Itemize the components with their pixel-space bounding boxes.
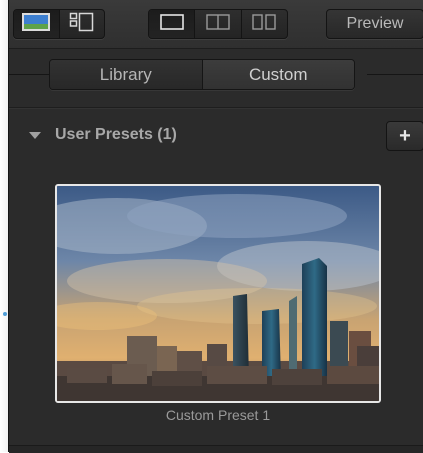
preset-thumbnail[interactable] (55, 184, 381, 403)
layout-side-by-side-button[interactable] (242, 10, 287, 38)
single-thumbnail-icon (21, 12, 51, 37)
toolbar: Preview (9, 0, 423, 49)
preview-button[interactable]: Preview (326, 9, 423, 39)
section-title: User Presets (1) (55, 126, 177, 143)
tabs-divider-right (367, 74, 423, 75)
split-vertical-icon (206, 13, 230, 35)
city-skyline-image (57, 186, 379, 401)
add-preset-button[interactable]: + (386, 121, 423, 151)
layout-single-button[interactable] (149, 10, 196, 38)
user-presets-header[interactable]: User Presets (1) (29, 123, 177, 147)
tab-library[interactable]: Library (50, 60, 202, 89)
side-by-side-icon (252, 13, 277, 35)
divider (9, 107, 423, 108)
view-single-button[interactable] (14, 10, 60, 38)
preset-label: Custom Preset 1 (165, 407, 271, 423)
view-grid-button[interactable] (60, 10, 105, 38)
single-pane-icon (159, 13, 184, 35)
grid-list-icon (69, 12, 95, 37)
tabs-divider-left (9, 74, 49, 75)
layout-split-button[interactable] (195, 10, 242, 38)
presets-panel: Preview Library Custom User Presets (1) … (8, 0, 423, 453)
window-edge (0, 0, 8, 452)
layout-control (148, 9, 288, 39)
tab-custom[interactable]: Custom (201, 60, 354, 89)
disclosure-triangle-icon[interactable] (29, 131, 41, 139)
view-mode-control (13, 9, 105, 39)
preset-tabs: Library Custom (49, 59, 355, 90)
resize-indicator (3, 312, 7, 316)
